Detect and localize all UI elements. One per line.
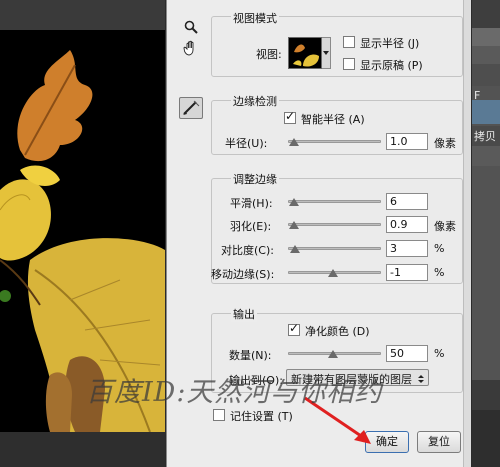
refine-radius-tool[interactable]	[179, 97, 203, 119]
reset-button[interactable]: 复位	[417, 431, 461, 453]
smart-radius-checkbox[interactable]	[284, 109, 296, 124]
feather-slider-thumb[interactable]	[289, 221, 299, 229]
document-tab-bar	[0, 0, 165, 30]
contrast-slider-thumb[interactable]	[290, 245, 300, 253]
feather-unit: 像素	[434, 220, 456, 233]
radius-unit: 像素	[434, 137, 456, 150]
amount-label: 数量(N):	[229, 349, 272, 362]
dialog-scrollbar[interactable]	[463, 0, 471, 467]
shift-edge-slider-thumb[interactable]	[328, 269, 338, 277]
contrast-input[interactable]: 3	[386, 240, 428, 257]
show-original-checkbox[interactable]	[343, 58, 355, 70]
radius-slider-thumb[interactable]	[289, 138, 299, 146]
leaf-thumbnail-image	[289, 38, 321, 68]
radius-label: 半径(U):	[225, 137, 268, 150]
view-preview-thumbnail[interactable]	[288, 37, 322, 69]
smooth-slider[interactable]	[288, 200, 381, 203]
status-bar	[0, 432, 165, 467]
smooth-slider-thumb[interactable]	[289, 198, 299, 206]
contrast-label: 对比度(C):	[221, 244, 274, 257]
decontaminate-checkbox[interactable]	[288, 321, 300, 336]
amount-unit: %	[434, 347, 445, 360]
show-original-label: 显示原稿 (P)	[360, 59, 423, 72]
chevron-updown-icon	[417, 373, 425, 387]
hand-tool-icon[interactable]	[180, 37, 202, 59]
chevron-down-icon	[323, 51, 329, 55]
feather-slider[interactable]	[288, 223, 381, 226]
contrast-unit: %	[434, 242, 445, 255]
shift-edge-input[interactable]: -1	[386, 264, 428, 281]
remember-settings-label: 记住设置 (T)	[230, 410, 293, 423]
shift-edge-unit: %	[434, 266, 445, 279]
panel-text: F	[474, 89, 481, 102]
contrast-slider[interactable]	[288, 247, 381, 250]
radius-input[interactable]: 1.0	[386, 133, 428, 150]
remember-settings-checkbox[interactable]	[213, 409, 225, 421]
show-radius-checkbox[interactable]	[343, 36, 355, 48]
decontaminate-label: 净化颜色 (D)	[305, 325, 370, 338]
amount-input[interactable]: 50	[386, 345, 428, 362]
feather-label: 羽化(E):	[230, 220, 272, 233]
feather-input[interactable]: 0.9	[386, 216, 428, 233]
adjust-edge-title: 调整边缘	[231, 171, 279, 187]
edge-detection-title: 边缘检测	[231, 93, 279, 109]
radius-slider[interactable]	[288, 140, 381, 143]
smooth-label: 平滑(H):	[230, 197, 273, 210]
watermark-text: 百度ID:天然河与你相约	[86, 377, 383, 408]
show-radius-label: 显示半径 (J)	[360, 37, 420, 50]
view-dropdown-button[interactable]	[322, 37, 331, 69]
output-title: 输出	[231, 306, 257, 322]
smooth-input[interactable]: 6	[386, 193, 428, 210]
amount-slider-thumb[interactable]	[328, 350, 338, 358]
brush-icon	[183, 100, 200, 115]
layers-panel: F 拷贝 2	[472, 0, 500, 467]
shift-edge-label: 移动边缘(S):	[211, 268, 275, 281]
view-mode-title: 视图模式	[231, 10, 279, 26]
smart-radius-label: 智能半径 (A)	[301, 113, 365, 126]
view-label: 视图:	[256, 48, 282, 61]
zoom-tool-icon[interactable]	[180, 16, 202, 38]
